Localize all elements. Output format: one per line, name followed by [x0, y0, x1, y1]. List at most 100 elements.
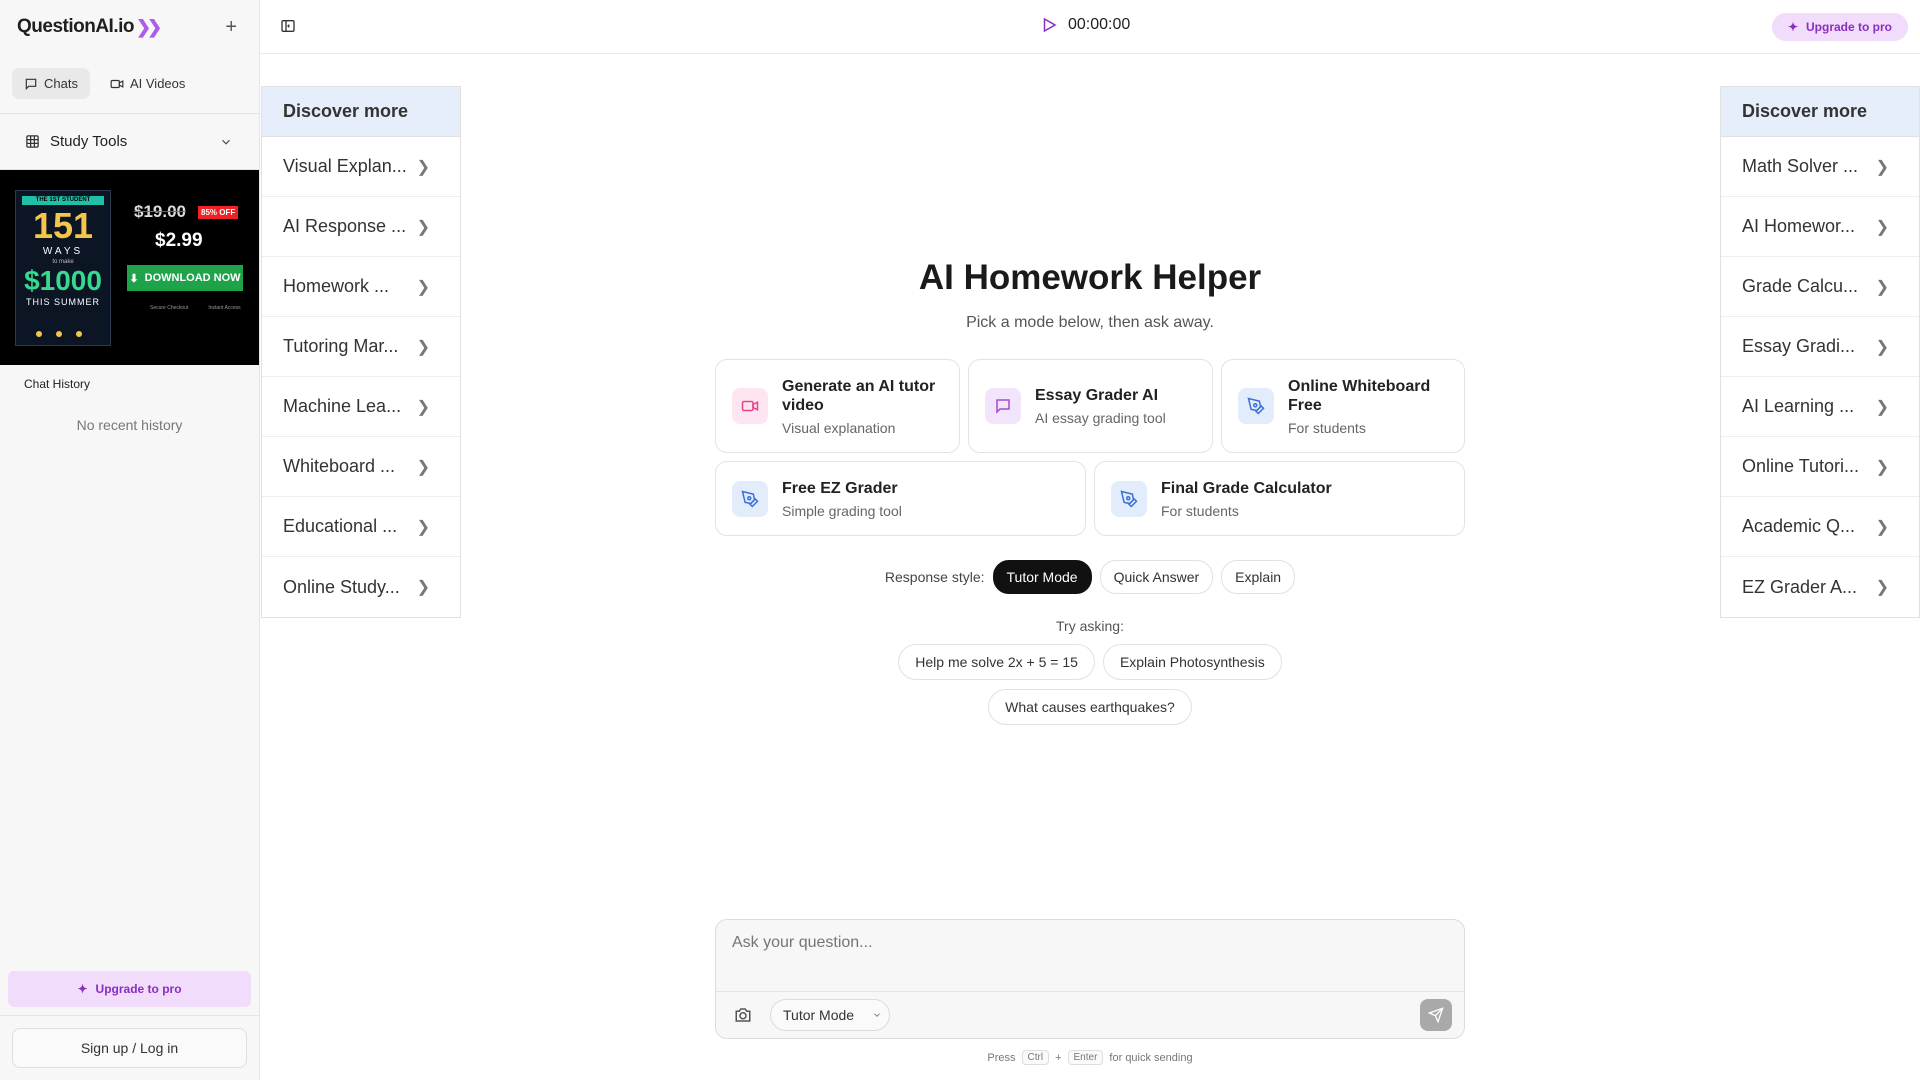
card-icon-wrap [732, 480, 768, 517]
sidebar-upgrade-button[interactable]: ✦ Upgrade to pro [8, 971, 251, 1007]
ad-banner[interactable]: THE 1ST STUDENT 151 WAYS to make $1000 T… [0, 170, 259, 365]
discover-panel-right: Discover more Math Solver ... ❯ AI Homewo… [1720, 86, 1920, 618]
ad-trust-badges: Secure Checkout Instant Access [150, 305, 241, 311]
discover-left-item[interactable]: Machine Lea... ❯ [262, 377, 460, 437]
study-tools-label: Study Tools [50, 133, 128, 150]
response-style-quick-answer[interactable]: Quick Answer [1099, 560, 1214, 594]
ad-old-price: $19.00 [134, 202, 186, 221]
card-text: Free EZ Grader Simple grading tool [782, 479, 902, 519]
no-history-text: No recent history [76, 417, 183, 433]
ad-discount-badge: 85% OFF [198, 206, 239, 219]
hint-press: Press [987, 1051, 1016, 1064]
chevron-right-icon: ❯ [1875, 398, 1889, 416]
discover-right-item-label: Academic Q... [1742, 516, 1856, 536]
discover-right-item[interactable]: AI Learning ... ❯ [1721, 377, 1919, 437]
discover-left-item[interactable]: AI Response ... ❯ [262, 197, 460, 257]
tab-ai-videos-label: AI Videos [129, 76, 186, 91]
chevron-right-icon: ❯ [1875, 579, 1889, 596]
response-style-tutor-mode[interactable]: Tutor Mode [992, 560, 1092, 594]
discover-right-item[interactable]: Academic Q... ❯ [1721, 497, 1919, 557]
chevron-right-icon: ❯ [1875, 518, 1889, 536]
card-final-grade-calculator[interactable]: Final Grade Calculator For students [1094, 461, 1465, 536]
card-ai-tutor-video[interactable]: Generate an AI tutor video Visual explan… [715, 359, 960, 453]
video-camera-icon [110, 79, 124, 88]
ad-download-button[interactable]: ⬇ DOWNLOAD NOW [127, 265, 243, 291]
ad-book-ways: WAYS [42, 246, 84, 257]
card-title: Essay Grader AI [1035, 387, 1159, 404]
discover-left-item[interactable]: Visual Explan... ❯ [262, 137, 460, 197]
study-tools-left: Study Tools [25, 133, 127, 150]
discover-right-item-label: Math Solver ... [1742, 156, 1859, 176]
discover-panel-left: Discover more Visual Explan... ❯ AI Respo… [261, 86, 461, 618]
header-upgrade-button[interactable]: ✦ Upgrade to pro [1771, 13, 1908, 41]
discover-right-title: Discover more [1721, 87, 1919, 137]
discover-left-item[interactable]: Whiteboard ... ❯ [262, 437, 460, 497]
study-tools-dropdown[interactable]: Study Tools [0, 114, 259, 170]
pen-tool-icon [741, 489, 759, 508]
chevron-right-icon: ❯ [416, 218, 430, 236]
tab-chats[interactable]: Chats [12, 68, 90, 99]
suggestion-chip[interactable]: Help me solve 2x + 5 = 15 [898, 644, 1095, 680]
response-style-explain[interactable]: Explain [1221, 560, 1296, 594]
ad-instant-label: Instant Access [208, 305, 241, 311]
sidebar-divider [0, 1015, 259, 1016]
card-title: Generate an AI tutor video [782, 377, 936, 414]
suggestion-chip[interactable]: What causes earthquakes? [988, 689, 1192, 725]
discover-right-item-label: Grade Calcu... [1742, 276, 1859, 296]
discover-right-item[interactable]: Math Solver ... ❯ [1721, 137, 1919, 197]
download-icon: ⬇ [129, 272, 139, 285]
chevron-right-icon: ❯ [1875, 338, 1889, 356]
suggestion-chip[interactable]: Explain Photosynthesis [1102, 644, 1282, 680]
card-essay-grader[interactable]: Essay Grader AI AI essay grading tool [968, 359, 1213, 453]
logo-row: QuestionAI.io ❯❯ + [0, 0, 259, 54]
discover-left-title: Discover more [262, 87, 460, 137]
discover-left-item-label: Homework ... [283, 276, 390, 296]
card-icon-wrap [985, 388, 1021, 424]
grid-icon [26, 135, 39, 148]
send-button[interactable] [1420, 999, 1452, 1031]
response-style-row: Response style: Tutor Mode Quick Answer … [715, 560, 1465, 594]
card-subtitle: For students [1161, 502, 1239, 519]
page-title: AI Homework Helper [918, 258, 1262, 297]
discover-left-item[interactable]: Tutoring Mar... ❯ [262, 317, 460, 377]
sparkle-icon: ✦ [1787, 20, 1798, 34]
discover-right-item[interactable]: Essay Gradi... ❯ [1721, 317, 1919, 377]
discover-left-item[interactable]: Online Study... ❯ [262, 557, 460, 617]
discover-right-item[interactable]: Grade Calcu... ❯ [1721, 257, 1919, 317]
discover-right-item-label: EZ Grader A... [1742, 576, 1858, 597]
card-title: Online Whiteboard Free [1288, 377, 1431, 414]
discover-left-item[interactable]: Educational ... ❯ [262, 497, 460, 557]
discover-right-item[interactable]: EZ Grader A... ❯ [1721, 557, 1919, 617]
sidebar-toggle-icon[interactable] [280, 18, 296, 34]
page-subtitle: Pick a mode below, then ask away. [966, 314, 1214, 331]
ad-download-label: DOWNLOAD NOW [144, 272, 241, 284]
card-online-whiteboard[interactable]: Online Whiteboard Free For students [1221, 359, 1465, 453]
discover-right-item[interactable]: Online Tutori... ❯ [1721, 437, 1919, 497]
mode-select[interactable]: Tutor Mode [770, 999, 890, 1031]
chevron-right-icon: ❯ [416, 158, 430, 176]
logo[interactable]: QuestionAI.io ❯❯ [17, 16, 162, 38]
card-free-ez-grader[interactable]: Free EZ Grader Simple grading tool [715, 461, 1086, 536]
ad-secure-label: Secure Checkout [150, 305, 189, 311]
chevron-right-icon: ❯ [416, 458, 430, 476]
ad-book-summer: THIS SUMMER [26, 297, 100, 307]
discover-left-item[interactable]: Homework ... ❯ [262, 257, 460, 317]
camera-icon[interactable] [734, 1006, 752, 1024]
logo-text: QuestionAI.io [17, 16, 135, 37]
session-timer[interactable]: 00:00:00 [1040, 16, 1130, 34]
card-icon-wrap [732, 388, 768, 424]
signup-login-button[interactable]: Sign up / Log in [12, 1028, 247, 1068]
new-chat-plus-icon[interactable]: + [225, 16, 237, 39]
discover-right-item[interactable]: AI Homewor... ❯ [1721, 197, 1919, 257]
header-upgrade-label: Upgrade to pro [1806, 20, 1892, 34]
question-input[interactable] [732, 934, 1432, 952]
hint-key-enter: Enter [1067, 1050, 1104, 1065]
chat-history-heading: Chat History [24, 377, 91, 391]
try-asking-label: Try asking: [1056, 618, 1124, 634]
chat-bubble-icon [25, 78, 37, 90]
hint-plus: + [1055, 1051, 1062, 1064]
ad-book-dots [36, 331, 82, 337]
tab-ai-videos[interactable]: AI Videos [98, 68, 197, 99]
card-title: Free EZ Grader [782, 479, 898, 497]
card-subtitle: For students [1288, 419, 1366, 436]
